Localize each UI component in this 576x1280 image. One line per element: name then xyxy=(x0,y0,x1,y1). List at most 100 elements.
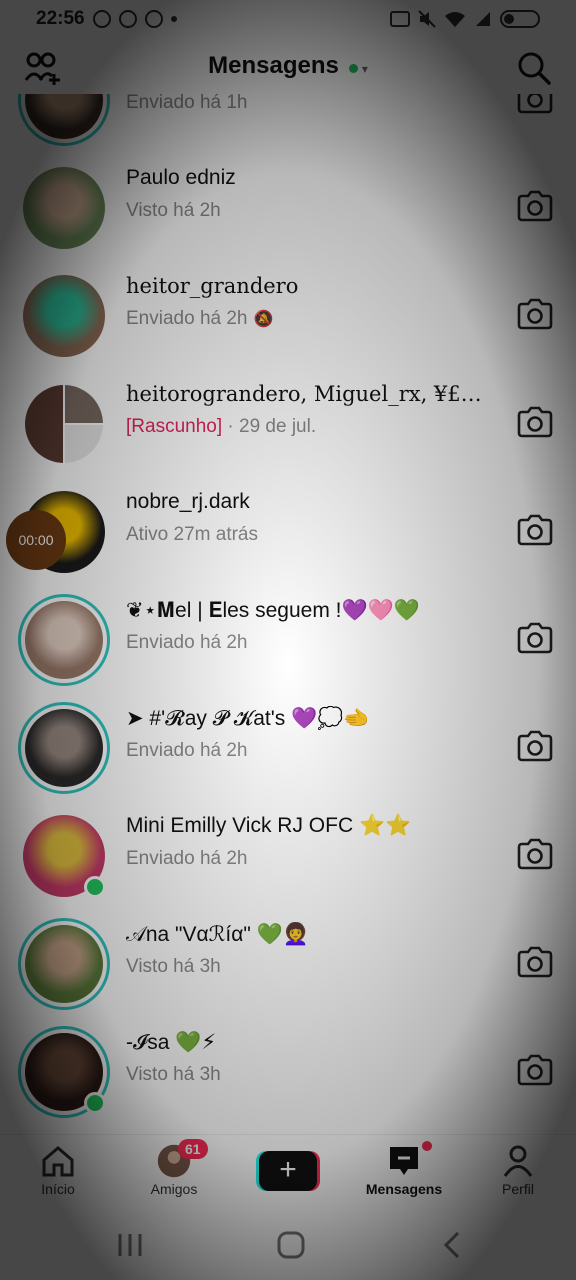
conversation-row[interactable]: heitorograndero, Miguel_rx, ¥£⁈... [Rascu… xyxy=(0,370,576,478)
status-text: Enviado há 1h xyxy=(126,94,248,113)
conversation-row[interactable]: 𝒜na "Vαℛíα" 💚👩‍🦱 Visto há 3h xyxy=(0,910,576,1018)
conversation-status: Enviado há 2h xyxy=(126,632,248,654)
conversation-row[interactable]: Paulo edniz Visto há 2h xyxy=(0,154,576,262)
tab-profile[interactable]: Perfil xyxy=(468,1143,568,1197)
avatar[interactable] xyxy=(18,810,110,902)
tab-messages-label: Mensagens xyxy=(365,1181,443,1197)
camera-icon[interactable] xyxy=(516,622,554,654)
status-text: · 29 de jul. xyxy=(222,416,317,437)
camera-icon[interactable] xyxy=(516,838,554,870)
create-plus-icon: + xyxy=(259,1151,317,1191)
page-title[interactable]: Mensagens xyxy=(208,52,339,79)
create-button[interactable]: + xyxy=(256,1151,320,1191)
conversation-name: heitor_grandero xyxy=(126,274,299,298)
conversation-name: -𝓘sa 💚⚡ xyxy=(126,1031,217,1054)
search-icon[interactable] xyxy=(516,50,552,86)
status-text: Ativo 27m atrás xyxy=(126,524,258,545)
conversation-name: ➤ #'𝓡ay 𝓟 𝓚at's 💜💭🫲 xyxy=(126,707,370,730)
conversation-name: Mini Emilly Vick RJ OFC ⭐⭐ xyxy=(126,814,412,837)
group-avatar xyxy=(25,385,103,463)
status-text: Enviado há 2h xyxy=(126,848,248,869)
conversation-status: Visto há 2h xyxy=(126,200,221,222)
conversation-row[interactable]: nobre_rj.dark Ativo 27m atrás xyxy=(0,478,576,586)
conversation-status: [Rascunho] · 29 de jul. xyxy=(126,416,316,438)
camera-icon[interactable] xyxy=(516,94,554,114)
home-circle-icon[interactable] xyxy=(276,1230,306,1260)
group-member-photo xyxy=(65,385,103,423)
avatar[interactable] xyxy=(18,918,110,1010)
conversation-status: Enviado há 1h xyxy=(126,94,248,114)
group-member-photo xyxy=(25,385,63,463)
conversation-status: Enviado há 2h xyxy=(126,740,248,762)
home-icon xyxy=(42,1146,74,1177)
avatar-photo xyxy=(25,709,103,787)
avatar[interactable] xyxy=(18,1026,110,1118)
notification-icon xyxy=(92,10,111,28)
avatar-photo xyxy=(23,167,105,249)
camera-icon[interactable] xyxy=(516,730,554,762)
status-time: 22:56 xyxy=(36,8,85,29)
status-bar: 22:56 xyxy=(0,0,576,38)
tab-profile-label: Perfil xyxy=(502,1181,534,1197)
battery-icon xyxy=(500,10,540,28)
avatar-photo xyxy=(25,925,103,1003)
conversation-row[interactable]: Licehh 'Enviado há 1h xyxy=(0,94,576,154)
status-text: Enviado há 2h xyxy=(126,740,248,761)
bottom-tab-bar: Início Amigos 61 + Mensagens Perfil xyxy=(0,1134,576,1211)
conversation-name: nobre_rj.dark xyxy=(126,490,250,513)
conversation-status: Visto há 3h xyxy=(126,956,221,978)
tab-friends[interactable]: Amigos xyxy=(124,1143,224,1197)
inbox-icon xyxy=(390,1147,418,1175)
camera-icon[interactable] xyxy=(516,514,554,546)
draft-label: [Rascunho] xyxy=(126,416,223,437)
avatar[interactable] xyxy=(18,594,110,686)
tab-home[interactable]: Início xyxy=(8,1143,108,1197)
camera-icon[interactable] xyxy=(516,190,554,222)
camera-icon[interactable] xyxy=(516,1054,554,1086)
tab-friends-label: Amigos xyxy=(150,1181,198,1197)
camera-icon[interactable] xyxy=(516,946,554,978)
system-nav-bar xyxy=(0,1210,576,1280)
status-text: Visto há 2h xyxy=(126,200,221,221)
muted-bell-icon: 🔕 xyxy=(253,311,274,328)
conversation-row[interactable]: heitor_grandero Enviado há 2h 🔕 xyxy=(0,262,576,370)
tiktok-notification-icon xyxy=(144,10,163,28)
conversation-name: heitorograndero, Miguel_rx, ¥£⁈... xyxy=(126,382,491,406)
camera-icon[interactable] xyxy=(516,406,554,438)
online-indicator xyxy=(84,876,106,898)
online-status-dot xyxy=(348,64,358,74)
wifi-icon xyxy=(445,12,465,27)
conversation-status: Enviado há 2h 🔕 xyxy=(126,308,273,330)
avatar[interactable] xyxy=(18,162,110,254)
recent-apps-icon[interactable] xyxy=(116,1232,144,1258)
conversation-status: Ativo 27m atrás xyxy=(126,524,258,546)
conversation-name: 𝒜na "Vαℛíα" 💚👩‍🦱 xyxy=(126,923,309,946)
back-icon[interactable] xyxy=(440,1230,464,1260)
conversation-name: Paulo edniz xyxy=(126,166,236,189)
conversation-row[interactable]: -𝓘sa 💚⚡ Visto há 3h xyxy=(0,1018,576,1126)
tab-home-label: Início xyxy=(41,1181,75,1197)
avatar[interactable] xyxy=(18,94,110,146)
camera-icon[interactable] xyxy=(516,298,554,330)
status-text: Visto há 3h xyxy=(126,1064,221,1085)
status-left: 22:56 xyxy=(36,8,177,30)
avatar[interactable] xyxy=(18,270,110,362)
status-text: Enviado há 2h xyxy=(126,308,248,329)
conversation-row[interactable]: ➤ #'𝓡ay 𝓟 𝓚at's 💜💭🫲 Enviado há 2h xyxy=(0,694,576,802)
status-text: Enviado há 2h xyxy=(126,632,248,653)
friends-badge: 61 xyxy=(178,1139,208,1159)
voice-timer-bubble[interactable]: 00:00 xyxy=(6,510,66,570)
profile-icon xyxy=(503,1145,533,1177)
conversation-row[interactable]: ❦⋆𝐌el | 𝐄les seguem !💜🩷💚 Enviado há 2h xyxy=(0,586,576,694)
title-group[interactable]: Mensagens ▾ xyxy=(0,52,576,80)
tab-messages[interactable]: Mensagens xyxy=(354,1143,454,1197)
avatar[interactable] xyxy=(18,702,110,794)
avatar[interactable] xyxy=(18,378,110,470)
conversation-list[interactable]: Licehh 'Enviado há 1h Paulo edniz Visto há… xyxy=(0,94,576,1134)
messages-notification-dot xyxy=(422,1141,432,1151)
conversation-row[interactable]: Mini Emilly Vick RJ OFC ⭐⭐ Enviado há 2h xyxy=(0,802,576,910)
status-text: Visto há 3h xyxy=(126,956,221,977)
signal-icon xyxy=(476,12,490,26)
chevron-down-icon[interactable]: ▾ xyxy=(362,62,368,76)
conversation-status: Enviado há 2h xyxy=(126,848,248,870)
